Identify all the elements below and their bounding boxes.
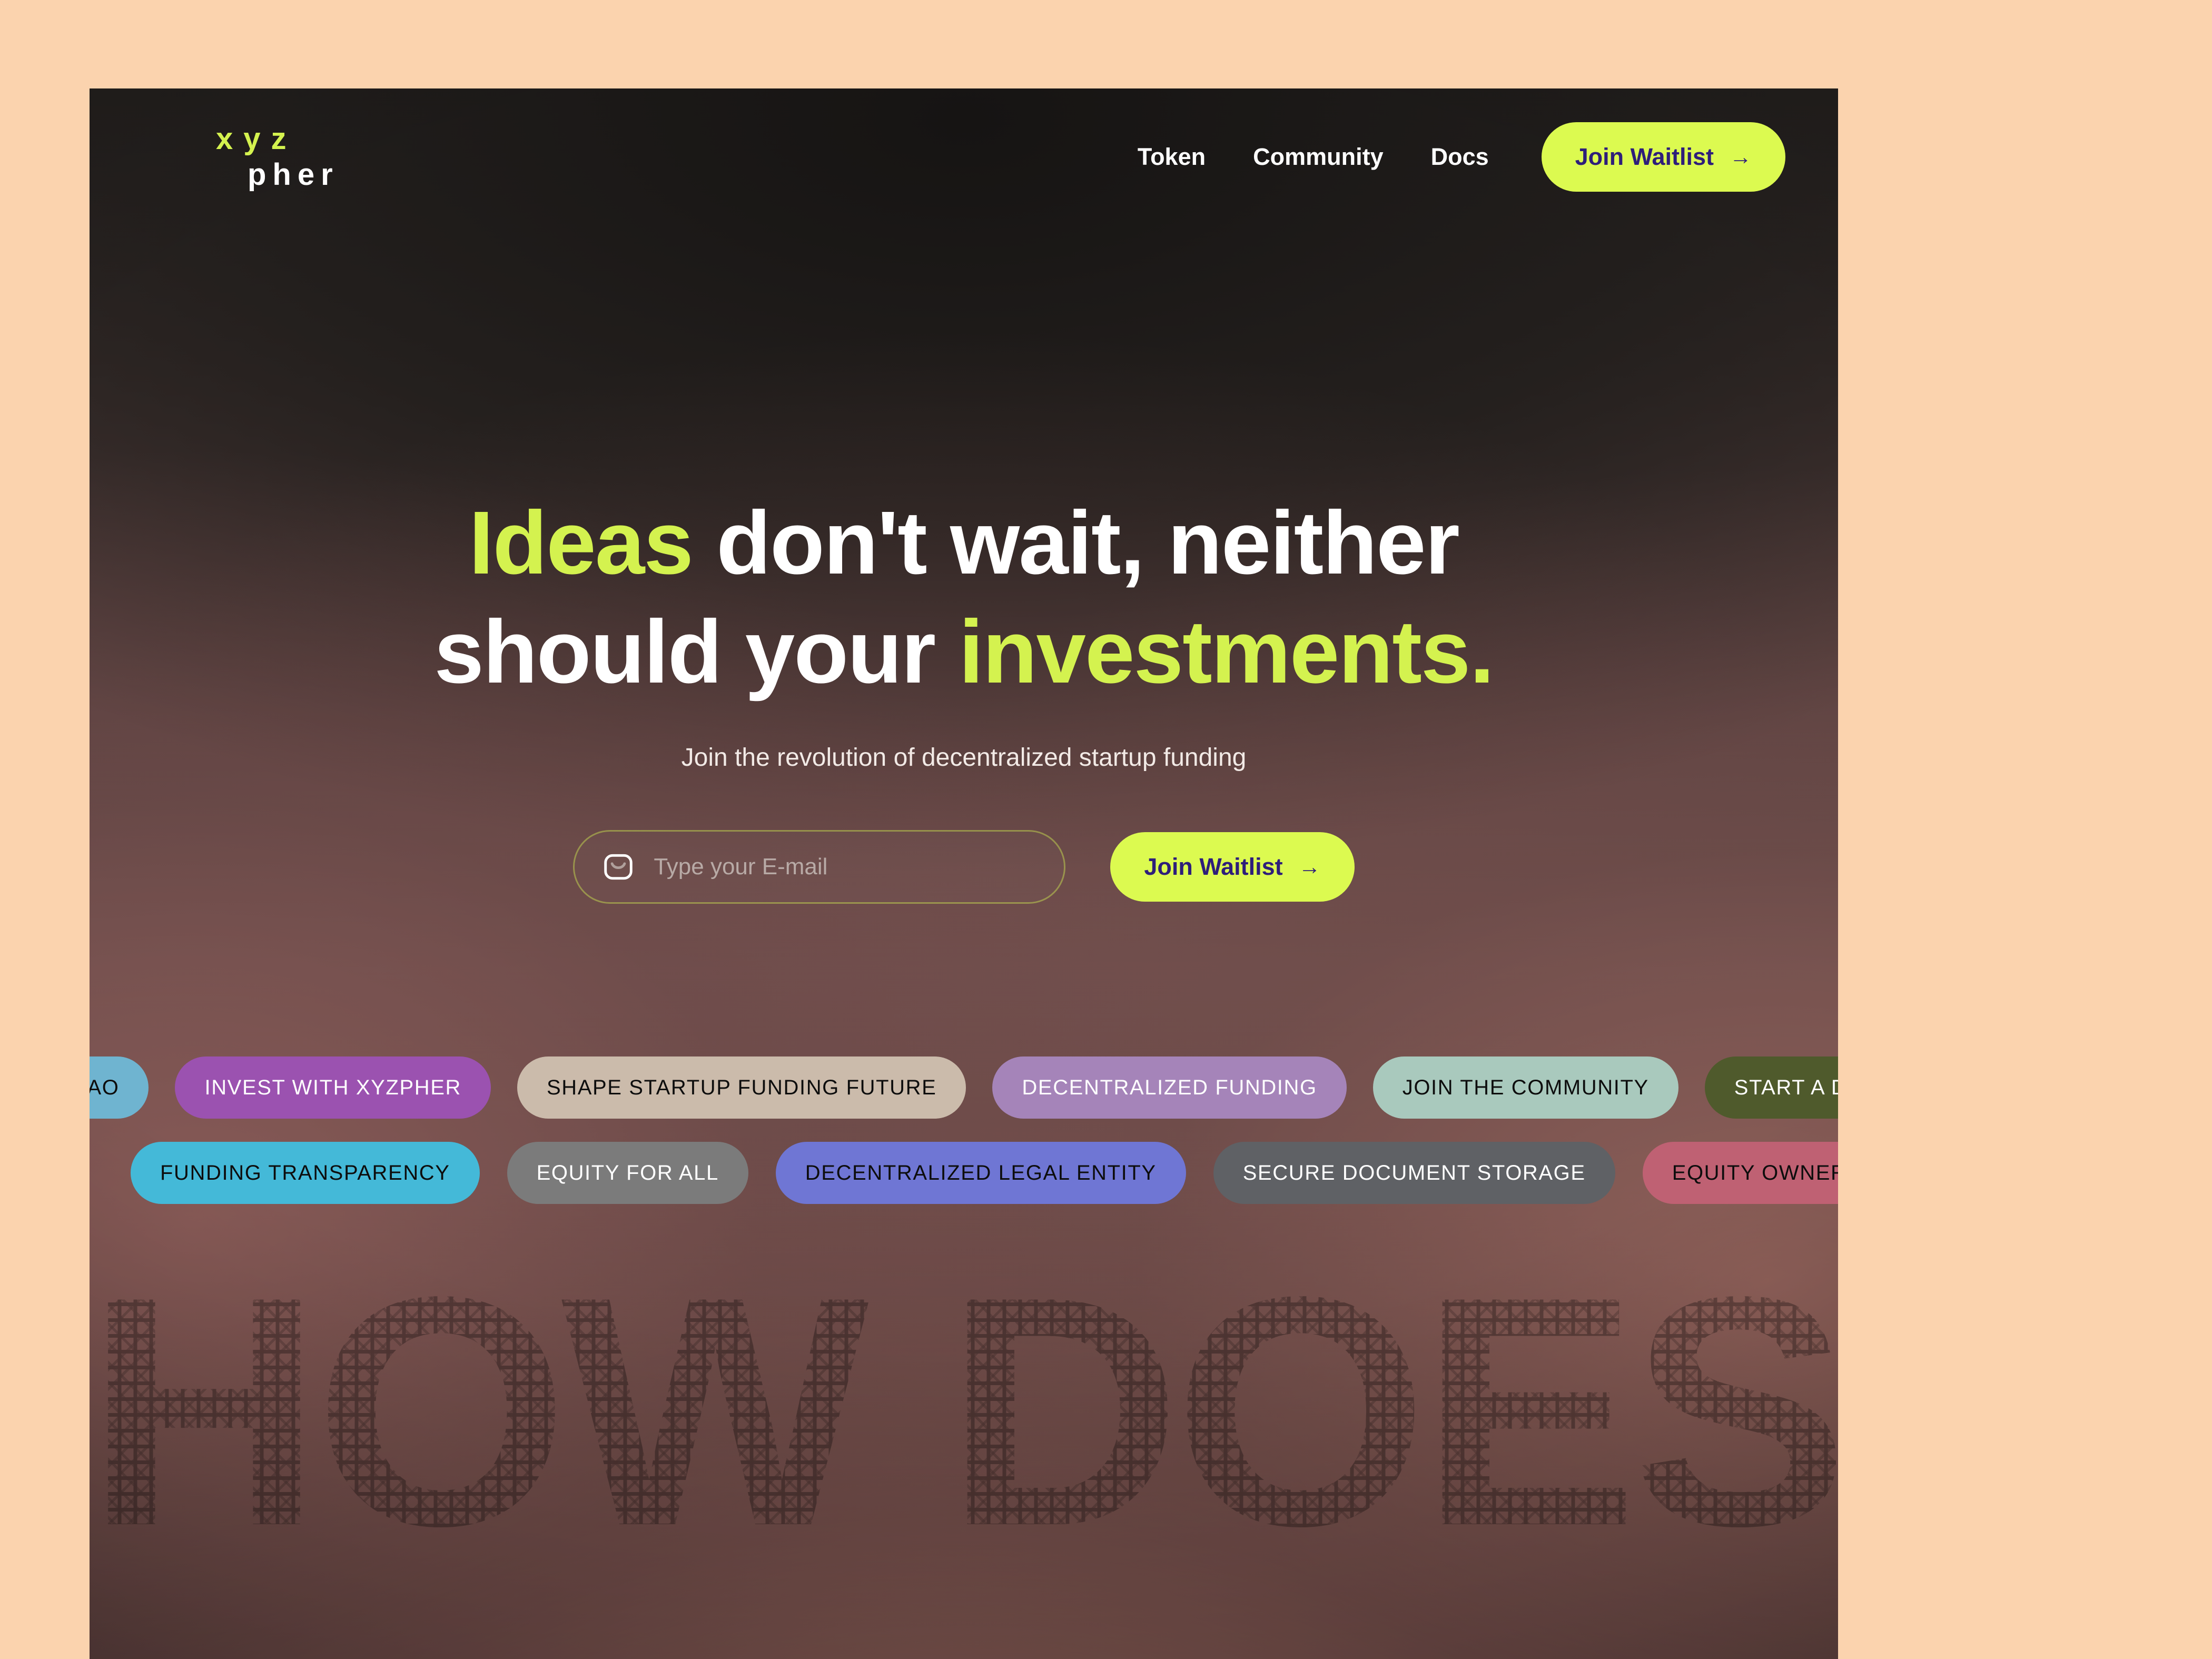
tag-pill-label: SECURE DOCUMENT STORAGE [1242,1161,1586,1184]
tag-pill-label: INVEST WITH XYZPHER [204,1075,461,1099]
logo-line-pher: pher [248,157,339,192]
tag-pill-label: DECENTRALIZED LEGAL ENTITY [805,1161,1157,1184]
tag-pill[interactable]: DECENTRALIZED FUNDING [992,1056,1347,1119]
waitlist-form: Join Waitlist → [195,829,1733,904]
tag-pill[interactable]: FUNDING TRANSPARENCY [131,1142,480,1204]
headline-highlight-ideas: Ideas [469,493,694,593]
tag-row-2: FUNDING TRANSPARENCY EQUITY FOR ALL DECENT… [131,1142,1838,1204]
header-join-waitlist-label: Join Waitlist [1575,143,1714,170]
tag-pill[interactable]: EQUITY OWNERSHIP [1642,1142,1838,1204]
hero-section: Ideas don't wait, neither should your in… [90,489,1838,904]
tag-pill-label: FUNDING TRANSPARENCY [160,1161,450,1184]
tag-pill[interactable]: DECENTRALIZED LEGAL ENTITY [775,1142,1186,1204]
tag-pill[interactable]: START A DAO [1704,1056,1838,1119]
main-navigation: Token Community Docs Join Waitlist → [1114,122,1785,192]
landing-page-frame: HOW DOES xyz pher Token Community Docs J… [90,88,1838,1659]
headline-text-2: should your [434,602,959,703]
tag-pill[interactable]: START A DAO [90,1056,149,1119]
tag-pill[interactable]: INVEST WITH XYZPHER [175,1056,491,1119]
hero-subtitle: Join the revolution of decentralized sta… [681,743,1247,772]
arrow-right-icon: → [1730,144,1752,169]
nav-item-docs[interactable]: Docs [1407,143,1513,171]
hero-join-waitlist-button[interactable]: Join Waitlist → [1110,832,1355,902]
tag-pill[interactable]: EQUITY FOR ALL [507,1142,748,1204]
tag-marquee: START A DAO INVEST WITH XYZPHER SHAPE STAR… [90,1056,1838,1204]
site-header: xyz pher Token Community Docs Join Waitl… [90,88,1838,225]
nav-item-community[interactable]: Community [1229,143,1407,171]
mail-icon [604,854,633,880]
email-input-wrapper[interactable] [573,829,1066,904]
tag-pill-label: DECENTRALIZED FUNDING [1022,1075,1317,1099]
brand-logo[interactable]: xyz pher [216,124,339,190]
hero-join-waitlist-label: Join Waitlist [1144,853,1283,880]
headline-text-1: don't wait, neither [692,493,1460,593]
header-join-waitlist-button[interactable]: Join Waitlist → [1541,122,1785,192]
email-field[interactable] [654,853,1037,880]
page-title: Ideas don't wait, neither should your in… [195,489,1733,707]
tag-pill[interactable]: SHAPE STARTUP FUNDING FUTURE [517,1056,966,1119]
nav-item-token[interactable]: Token [1114,143,1229,171]
tag-pill-label: SHAPE STARTUP FUNDING FUTURE [546,1075,937,1099]
tag-pill[interactable]: JOIN THE COMMUNITY [1372,1056,1678,1119]
tag-pill-label: EQUITY OWNERSHIP [1672,1161,1838,1184]
tag-row-1: START A DAO INVEST WITH XYZPHER SHAPE STAR… [90,1056,1838,1119]
tag-pill-label: START A DAO [1734,1075,1838,1099]
headline-highlight-investments: investments. [959,602,1494,703]
arrow-right-icon: → [1298,854,1321,879]
logo-line-xyz: xyz [216,122,297,156]
tag-pill-label: EQUITY FOR ALL [536,1161,719,1184]
tag-pill[interactable]: SECURE DOCUMENT STORAGE [1213,1142,1615,1204]
tag-pill-label: JOIN THE COMMUNITY [1402,1075,1649,1099]
tag-pill-label: START A DAO [90,1075,120,1099]
